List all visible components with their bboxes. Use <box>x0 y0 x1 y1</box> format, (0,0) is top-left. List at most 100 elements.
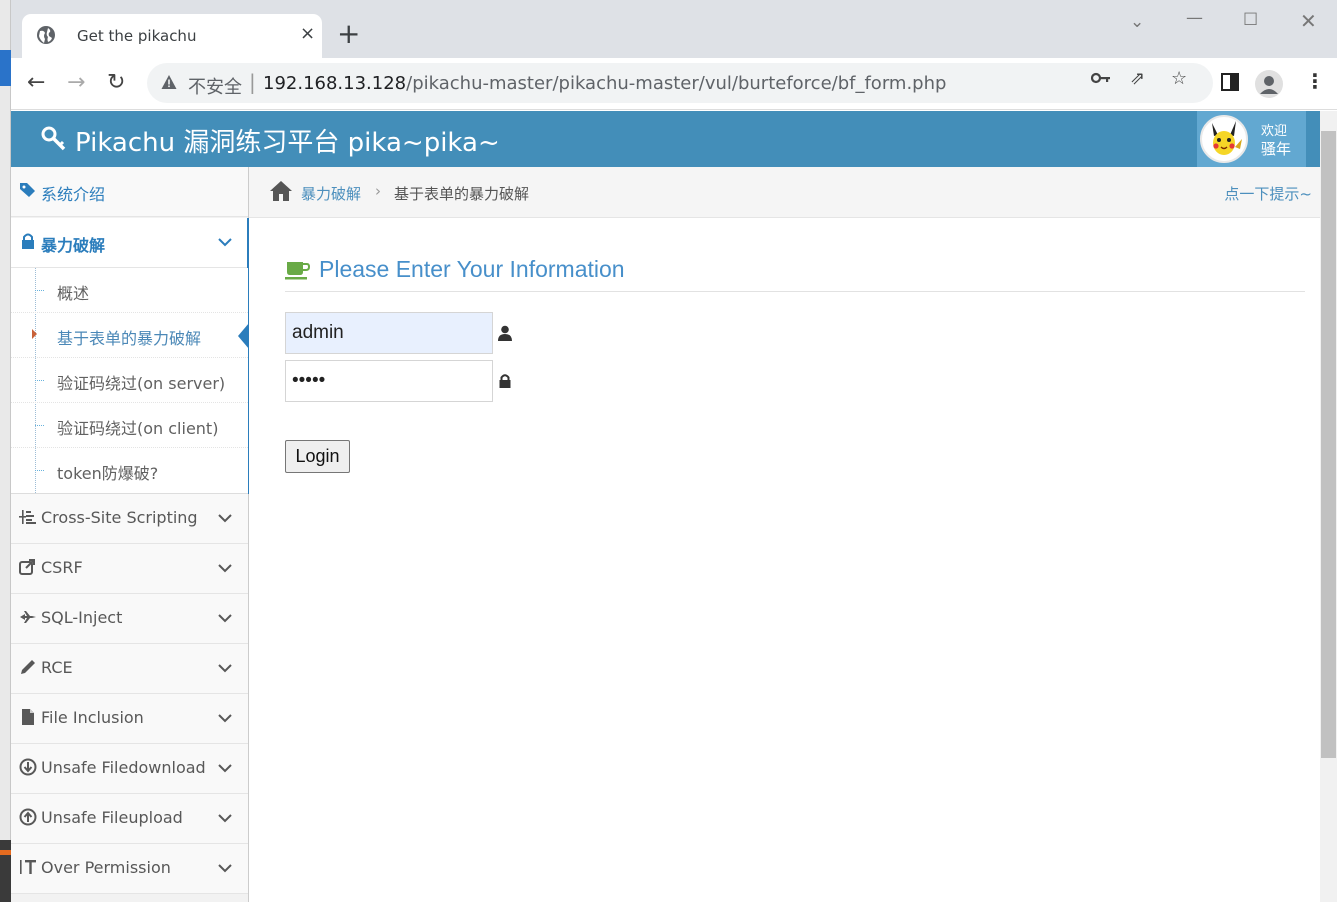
sidebar-item-label: Over Permission <box>41 858 171 877</box>
profile-avatar-icon[interactable] <box>1255 70 1283 98</box>
key-icon <box>41 126 66 151</box>
chevron-down-icon <box>218 614 232 623</box>
sidebar-item-filedownload[interactable]: Unsafe Filedownload <box>11 744 248 794</box>
site-title[interactable]: Pikachu 漏洞练习平台 pika~pika~ <box>75 122 500 159</box>
tree-connector <box>35 290 44 291</box>
breadcrumb: 暴力破解 › 基于表单的暴力破解 点一下提示~ <box>249 167 1320 218</box>
sidebar-item-bruteforce[interactable]: 暴力破解 <box>11 218 248 268</box>
chevron-down-icon <box>218 864 232 873</box>
browser-window: Get the pikachu × + ⌄ — ☐ ✕ ← → ↻ 不安全 | … <box>11 0 1337 902</box>
tags-icon <box>20 183 35 197</box>
chevron-down-icon <box>218 514 232 523</box>
submenu-item-label: 概述 <box>57 284 90 303</box>
chevron-down-icon <box>218 764 232 773</box>
tree-connector <box>35 425 44 426</box>
sidebar-item-label: 暴力破解 <box>41 236 106 255</box>
hint-link[interactable]: 点一下提示~ <box>1224 183 1312 204</box>
submenu-item-token[interactable]: token防爆破? <box>11 448 248 493</box>
active-notch <box>238 323 249 349</box>
sidebar-item-intro[interactable]: 系统介绍 <box>11 167 248 217</box>
submenu-item-label: 验证码绕过(on client) <box>57 419 219 438</box>
submenu-item-captcha-client[interactable]: 验证码绕过(on client) <box>11 403 248 448</box>
sidebar-item-xss[interactable]: Cross-Site Scripting <box>11 494 248 544</box>
chevron-down-icon <box>218 814 232 823</box>
user-menu[interactable]: 欢迎 骚年 <box>1197 111 1306 167</box>
bookmark-star-icon[interactable]: ☆ <box>1171 68 1187 89</box>
tab-title: Get the pikachu <box>77 27 197 45</box>
coffee-cup-icon <box>285 262 311 280</box>
minimize-icon[interactable]: — <box>1186 8 1203 28</box>
new-tab-button[interactable]: + <box>337 20 360 48</box>
sidebar-item-csrf[interactable]: CSRF <box>11 544 248 594</box>
main-content: Please Enter Your Information Login <box>249 218 1320 902</box>
breadcrumb-current: 基于表单的暴力破解 <box>394 185 530 203</box>
upload-circle-icon <box>19 808 37 826</box>
welcome-text: 欢迎 <box>1261 124 1288 139</box>
tree-connector <box>35 380 44 381</box>
sidebar-item-over-permission[interactable]: Over Permission <box>11 844 248 894</box>
user-icon <box>498 325 512 341</box>
maximize-icon[interactable]: ☐ <box>1243 10 1258 30</box>
sidebar-item-label: SQL-Inject <box>41 608 123 627</box>
breadcrumb-link[interactable]: 暴力破解 <box>301 183 361 204</box>
text-height-icon <box>20 860 36 874</box>
warning-triangle-icon <box>161 75 177 89</box>
desktop-background <box>0 0 11 902</box>
sidebar-item-file-inclusion[interactable]: File Inclusion <box>11 694 248 744</box>
forward-arrow-icon[interactable]: → <box>67 70 85 95</box>
url-path: /pikachu-master/pikachu-master/vul/burte… <box>406 73 947 94</box>
submenu-item-overview[interactable]: 概述 <box>11 268 248 313</box>
form-header: Please Enter Your Information <box>285 256 1305 292</box>
user-avatar <box>1200 115 1248 163</box>
chevron-down-icon <box>218 238 232 247</box>
share-icon[interactable]: ⇗ <box>1130 68 1145 89</box>
browser-tab[interactable]: Get the pikachu × <box>22 14 322 58</box>
sidebar-item-label: 系统介绍 <box>41 185 106 204</box>
reload-icon[interactable]: ↻ <box>107 70 125 95</box>
fighter-jet-icon <box>20 611 36 623</box>
tab-search-icon[interactable]: ⌄ <box>1130 12 1144 32</box>
side-panel-icon[interactable] <box>1221 72 1239 96</box>
password-input[interactable] <box>285 360 493 402</box>
tab-strip: Get the pikachu × + ⌄ — ☐ ✕ <box>11 0 1337 58</box>
submenu-item-label: 基于表单的暴力破解 <box>57 329 202 348</box>
url-host: 192.168.13.128 <box>263 73 407 94</box>
pencil-icon <box>21 660 35 674</box>
sidebar: 系统介绍 暴力破解 概述 基于表单的暴力破解 验证码绕过(on server) <box>11 167 250 902</box>
lock-icon <box>22 233 34 249</box>
username-input[interactable] <box>285 312 493 354</box>
address-separator: | <box>249 70 256 94</box>
submenu-bruteforce: 概述 基于表单的暴力破解 验证码绕过(on server) 验证码绕过(on c… <box>11 268 249 494</box>
address-bar[interactable]: 不安全 | 192.168.13.128/pikachu-master/pika… <box>147 63 1213 103</box>
xss-icon <box>19 510 36 524</box>
url-text[interactable]: 192.168.13.128/pikachu-master/pikachu-ma… <box>263 73 946 94</box>
desktop-fragment-orange <box>0 850 11 855</box>
sidebar-item-fileupload[interactable]: Unsafe Fileupload <box>11 794 248 844</box>
chevron-down-icon <box>218 664 232 673</box>
lock-icon <box>499 374 511 388</box>
site-header: Pikachu 漏洞练习平台 pika~pika~ 欢迎 骚年 <box>11 111 1320 167</box>
vertical-scrollbar[interactable] <box>1320 111 1337 902</box>
submenu-item-form-bruteforce[interactable]: 基于表单的暴力破解 <box>11 313 249 358</box>
breadcrumb-separator: › <box>375 182 381 200</box>
browser-toolbar: ← → ↻ 不安全 | 192.168.13.128/pikachu-maste… <box>11 58 1337 110</box>
sidebar-item-label: Unsafe Fileupload <box>41 808 183 827</box>
sidebar-item-sqli[interactable]: SQL-Inject <box>11 594 248 644</box>
tab-close-icon[interactable]: × <box>300 23 315 44</box>
home-icon[interactable] <box>269 180 293 202</box>
window-close-icon[interactable]: ✕ <box>1300 9 1317 33</box>
scrollbar-thumb[interactable] <box>1321 131 1336 758</box>
form-title: Please Enter Your Information <box>319 256 625 282</box>
submenu-item-label: 验证码绕过(on server) <box>57 374 226 393</box>
sidebar-item-label: CSRF <box>41 558 83 577</box>
menu-kebab-icon[interactable]: ⋮ <box>1305 69 1325 93</box>
login-button[interactable]: Login <box>285 440 350 473</box>
back-arrow-icon[interactable]: ← <box>27 70 45 95</box>
tree-connector <box>35 470 44 471</box>
key-icon[interactable] <box>1090 69 1111 90</box>
submenu-item-captcha-server[interactable]: 验证码绕过(on server) <box>11 358 248 403</box>
sidebar-item-label: Unsafe Filedownload <box>41 758 206 777</box>
sidebar-item-rce[interactable]: RCE <box>11 644 248 694</box>
sidebar-item-label: Cross-Site Scripting <box>41 508 198 527</box>
insecure-label[interactable]: 不安全 <box>188 73 242 99</box>
